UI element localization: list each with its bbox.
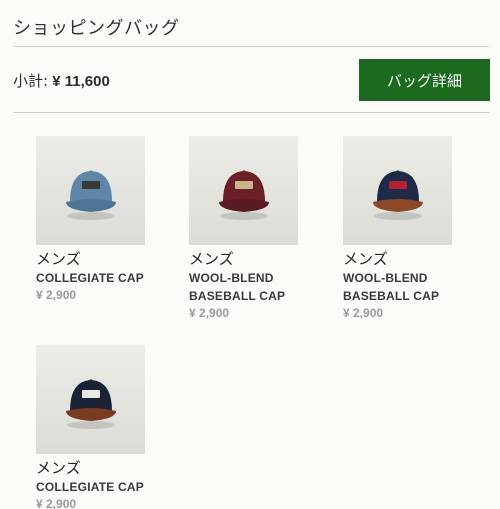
product-card[interactable]: メンズ WOOL-BLEND BASEBALL CAP ¥ 2,900	[343, 136, 473, 322]
product-price: ¥ 2,900	[36, 288, 77, 302]
product-image[interactable]	[189, 136, 298, 245]
divider	[13, 46, 489, 47]
page-title: ショッピングバッグ	[13, 18, 180, 39]
subtotal: 小計: ¥ 11,600	[13, 70, 110, 91]
subtotal-value: ¥ 11,600	[52, 73, 110, 90]
shopping-bag-page: ショッピングバッグ 小計: ¥ 11,600 バッグ詳細 メンズ COLLEGI…	[0, 0, 500, 509]
product-price: ¥ 2,900	[343, 306, 384, 320]
product-category: メンズ	[36, 459, 81, 477]
cap-illustration	[66, 379, 116, 429]
product-card[interactable]: メンズ COLLEGIATE CAP ¥ 2,900	[36, 345, 166, 509]
product-card[interactable]: メンズ COLLEGIATE CAP ¥ 2,900	[36, 136, 166, 304]
product-category: メンズ	[343, 250, 388, 268]
product-image[interactable]	[36, 345, 145, 454]
product-card[interactable]: メンズ WOOL-BLEND BASEBALL CAP ¥ 2,900	[189, 136, 319, 322]
subtotal-label: 小計:	[13, 72, 49, 90]
cap-illustration	[219, 170, 269, 220]
product-price: ¥ 2,900	[36, 497, 77, 509]
product-name[interactable]: WOOL-BLEND BASEBALL CAP	[189, 269, 319, 305]
product-category: メンズ	[189, 250, 234, 268]
product-image[interactable]	[343, 136, 452, 245]
bag-details-button[interactable]: バッグ詳細	[359, 59, 490, 101]
product-category: メンズ	[36, 250, 81, 268]
cap-illustration	[373, 170, 423, 220]
product-image[interactable]	[36, 136, 145, 245]
cap-illustration	[66, 170, 116, 220]
divider	[13, 112, 489, 113]
product-name[interactable]: COLLEGIATE CAP	[36, 269, 166, 287]
product-price: ¥ 2,900	[189, 306, 230, 320]
product-name[interactable]: WOOL-BLEND BASEBALL CAP	[343, 269, 473, 305]
product-name[interactable]: COLLEGIATE CAP	[36, 478, 166, 496]
